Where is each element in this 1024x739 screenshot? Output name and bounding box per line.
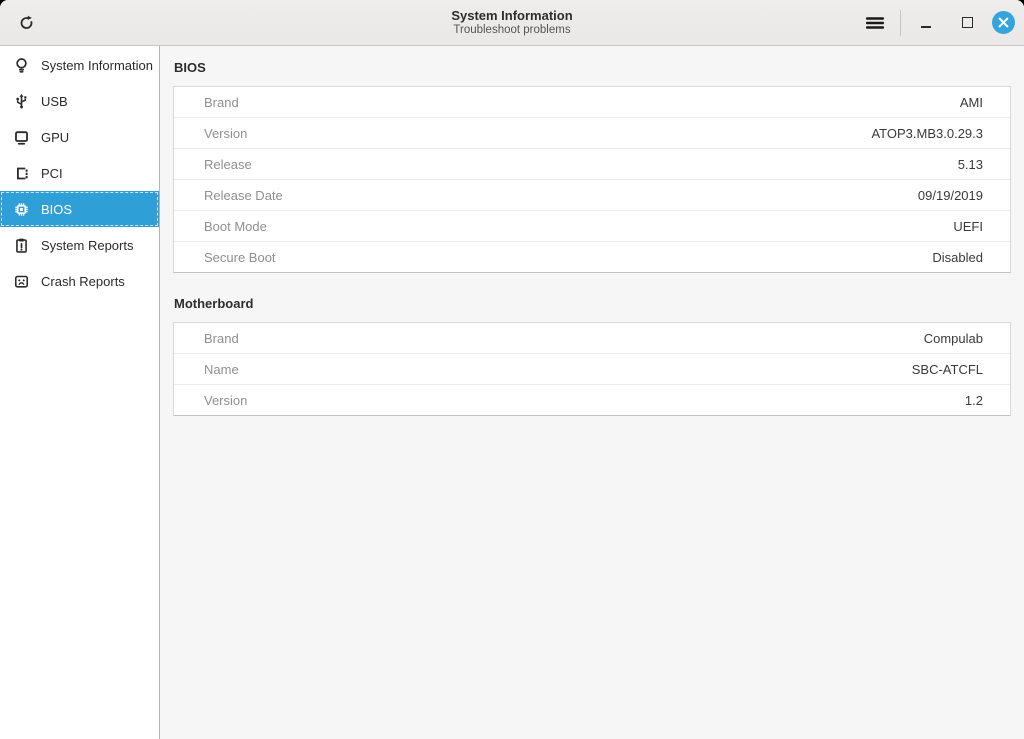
row-label: Brand — [174, 95, 239, 110]
usb-icon — [12, 92, 30, 110]
refresh-button[interactable] — [10, 7, 42, 39]
sidebar-item-label: System Reports — [41, 238, 133, 253]
table-row: Name SBC-ATCFL — [174, 354, 1010, 385]
row-value: 1.2 — [965, 393, 1010, 408]
monitor-icon — [12, 128, 30, 146]
app-window: System Information Troubleshoot problems — [0, 0, 1024, 739]
table-row: Brand Compulab — [174, 323, 1010, 354]
sidebar-item-label: System Information — [41, 58, 153, 73]
table-row: Version 1.2 — [174, 385, 1010, 415]
section-title: Motherboard — [174, 296, 1011, 311]
pci-card-icon — [12, 164, 30, 182]
row-value: Compulab — [924, 331, 1010, 346]
hamburger-menu-icon — [865, 15, 885, 31]
info-table: Brand Compulab Name SBC-ATCFL Version 1.2 — [173, 322, 1011, 416]
sidebar-item-label: USB — [41, 94, 68, 109]
row-value: 5.13 — [958, 157, 1010, 172]
row-value: 09/19/2019 — [918, 188, 1010, 203]
sidebar-item-system-information[interactable]: System Information — [0, 47, 159, 83]
sidebar-item-crash-reports[interactable]: Crash Reports — [0, 263, 159, 299]
sidebar-item-label: PCI — [41, 166, 63, 181]
window-subtitle: Troubleshoot problems — [453, 23, 570, 37]
row-value: UEFI — [953, 219, 1010, 234]
lightbulb-icon — [12, 56, 30, 74]
table-row: Brand AMI — [174, 87, 1010, 118]
section-bios: BIOS Brand AMI Version ATOP3.MB3.0.29.3 Relea… — [173, 60, 1011, 273]
app-body: System Information USB GPU PCI BIOS System Re… — [0, 46, 1024, 739]
row-value: ATOP3.MB3.0.29.3 — [871, 126, 1010, 141]
window-title: System Information — [451, 8, 572, 23]
row-label: Release — [174, 157, 252, 172]
minimize-button[interactable] — [910, 7, 942, 39]
chip-icon — [12, 200, 30, 218]
table-row: Version ATOP3.MB3.0.29.3 — [174, 118, 1010, 149]
info-table: Brand AMI Version ATOP3.MB3.0.29.3 Release 5.… — [173, 86, 1011, 273]
sidebar: System Information USB GPU PCI BIOS System Re… — [0, 46, 160, 739]
section-title: BIOS — [174, 60, 1011, 75]
sidebar-item-usb[interactable]: USB — [0, 83, 159, 119]
table-row: Boot Mode UEFI — [174, 211, 1010, 242]
refresh-icon — [18, 14, 35, 31]
menu-button[interactable] — [859, 7, 891, 39]
content-area: BIOS Brand AMI Version ATOP3.MB3.0.29.3 Relea… — [160, 46, 1024, 739]
sidebar-item-gpu[interactable]: GPU — [0, 119, 159, 155]
clipboard-alert-icon — [12, 236, 30, 254]
row-label: Version — [174, 126, 247, 141]
titlebar-separator — [900, 10, 901, 36]
close-button[interactable] — [992, 11, 1015, 34]
row-label: Secure Boot — [174, 250, 276, 265]
titlebar: System Information Troubleshoot problems — [0, 0, 1024, 46]
maximize-button[interactable] — [951, 7, 983, 39]
row-label: Boot Mode — [174, 219, 267, 234]
close-icon — [998, 17, 1009, 28]
table-row: Release Date 09/19/2019 — [174, 180, 1010, 211]
row-value: Disabled — [932, 250, 1010, 265]
sidebar-item-bios[interactable]: BIOS — [0, 191, 159, 227]
sidebar-item-label: GPU — [41, 130, 69, 145]
sidebar-item-system-reports[interactable]: System Reports — [0, 227, 159, 263]
row-value: AMI — [960, 95, 1010, 110]
section-motherboard: Motherboard Brand Compulab Name SBC-ATCFL Ver… — [173, 296, 1011, 416]
row-label: Brand — [174, 331, 239, 346]
sidebar-item-pci[interactable]: PCI — [0, 155, 159, 191]
maximize-icon — [962, 17, 973, 28]
row-label: Version — [174, 393, 247, 408]
crash-face-icon — [12, 272, 30, 290]
sidebar-item-label: BIOS — [41, 202, 72, 217]
minimize-icon — [921, 26, 931, 28]
sidebar-item-label: Crash Reports — [41, 274, 125, 289]
table-row: Secure Boot Disabled — [174, 242, 1010, 272]
row-value: SBC-ATCFL — [912, 362, 1010, 377]
row-label: Name — [174, 362, 239, 377]
row-label: Release Date — [174, 188, 283, 203]
table-row: Release 5.13 — [174, 149, 1010, 180]
